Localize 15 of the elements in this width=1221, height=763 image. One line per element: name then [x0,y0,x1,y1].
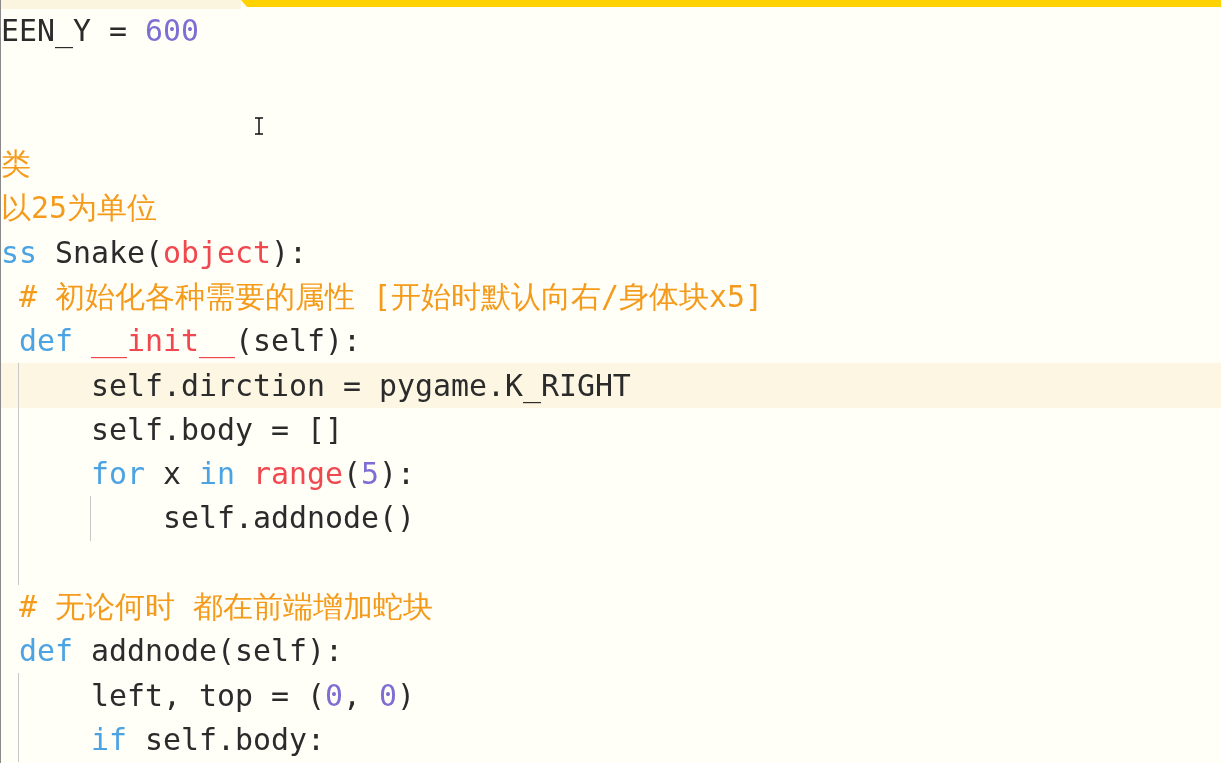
code-comment: # 无论何时 都在前端增加蛇块 [19,588,433,626]
code-line: if self.body: [91,720,325,759]
code-line: def __init__(self): [19,322,361,361]
code-line: self.body = [] [91,410,343,449]
code-line: left, top = (0, 0) [91,676,415,715]
code-comment: 以25为单位 [1,189,157,228]
code-line: self.addnode() [163,499,415,538]
code-comment: # 初始化各种需要的属性 [开始时默认向右/身体块x5] [19,277,763,316]
code-line: EEN_Y = 600 [1,12,199,51]
code-comment: 类 [1,145,31,184]
code-line: self.dirction = pygame.K_RIGHT [91,366,631,406]
text-cursor-icon [254,117,264,135]
code-line: for x in range(5): [91,455,415,494]
code-line: def addnode(self): [19,632,343,671]
code-line: ss Snake(object): [1,233,307,272]
